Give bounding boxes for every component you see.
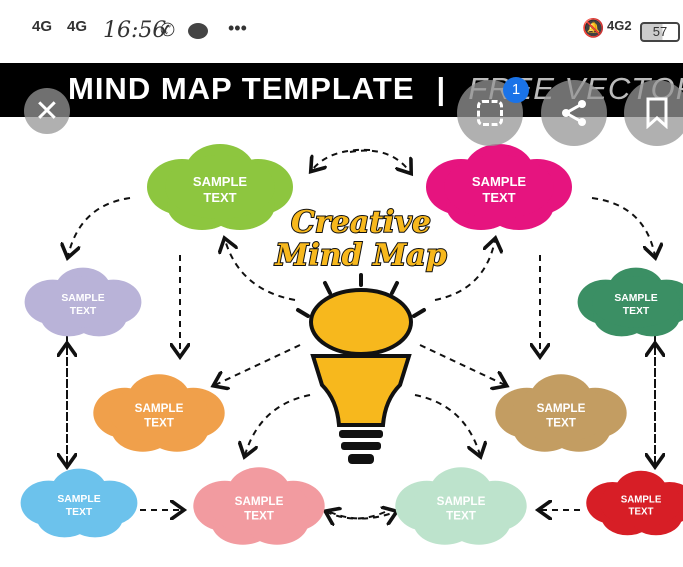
cloud-label: TEXT — [629, 506, 654, 517]
cloud-node: SAMPLE TEXT — [495, 374, 627, 452]
center-bulb: Creative Mind Map — [273, 204, 448, 464]
center-title-2: Mind Map — [274, 238, 446, 273]
cloud-label: SAMPLE — [537, 402, 586, 415]
bookmark-button[interactable] — [624, 80, 683, 146]
cloud-label: SAMPLE — [57, 494, 100, 505]
share-icon — [562, 100, 586, 126]
cloud-label: TEXT — [546, 417, 577, 430]
cloud-label: TEXT — [144, 417, 175, 430]
center-title-1: Creative — [291, 205, 431, 240]
cloud-node: SAMPLE TEXT — [93, 374, 225, 452]
cloud-label: TEXT — [623, 306, 650, 317]
cloud-node: SAMPLE TEXT — [193, 467, 325, 545]
cloud-label: SAMPLE — [614, 293, 657, 304]
share-button[interactable] — [541, 80, 607, 146]
cloud-node: SAMPLE TEXT — [577, 267, 683, 337]
cloud-label: SAMPLE — [621, 494, 662, 505]
signal-2: 4G — [67, 18, 88, 35]
message-icon — [188, 23, 208, 39]
notification-badge: 1 — [503, 77, 529, 103]
cloud-node: SAMPLETEXT — [426, 144, 572, 230]
close-icon: ✕ — [34, 94, 60, 128]
cloud-label: TEXT — [203, 190, 236, 205]
cloud-label: SAMPLE — [61, 293, 104, 304]
cloud-node: SAMPLETEXT — [586, 470, 683, 536]
banner-title: MIND MAP TEMPLATE — [68, 71, 415, 106]
close-button[interactable]: ✕ — [24, 88, 70, 134]
bookmark-icon — [646, 97, 668, 129]
more-icon: ••• — [228, 18, 247, 38]
mind-map-image: Creative Mind Map SAMPLETEXTSAMPLETEXTSA… — [20, 144, 683, 545]
cloud-label: TEXT — [70, 306, 97, 317]
banner-sep: | — [436, 71, 447, 106]
cloud-node: SAMPLE TEXT — [20, 468, 138, 538]
cloud-node: SAMPLE TEXT — [24, 267, 142, 337]
cloud-label: TEXT — [446, 510, 477, 523]
cloud-label: TEXT — [482, 190, 515, 205]
cloud-label: SAMPLE — [135, 402, 184, 415]
lens-icon — [477, 100, 503, 126]
cloud-node: SAMPLE TEXT — [395, 467, 527, 545]
status-bar: 4G 4G 16:56 ✆ ••• 🔕 4G2 57 — [0, 0, 683, 63]
cloud-label: SAMPLE — [193, 174, 248, 189]
cloud-node: SAMPLETEXT — [147, 144, 293, 230]
cloud-label: SAMPLE — [235, 495, 284, 508]
bell-off-icon: 🔕 — [582, 18, 605, 38]
cloud-label: TEXT — [66, 507, 93, 518]
battery: 57 — [640, 22, 680, 42]
clock: 16:56 — [103, 18, 167, 43]
cloud-label: SAMPLE — [472, 174, 527, 189]
cloud-label: TEXT — [244, 510, 275, 523]
network: 4G2 — [607, 18, 632, 33]
cloud-label: SAMPLE — [437, 495, 486, 508]
whatsapp-icon: ✆ — [160, 20, 176, 40]
signal-1: 4G — [32, 18, 53, 35]
